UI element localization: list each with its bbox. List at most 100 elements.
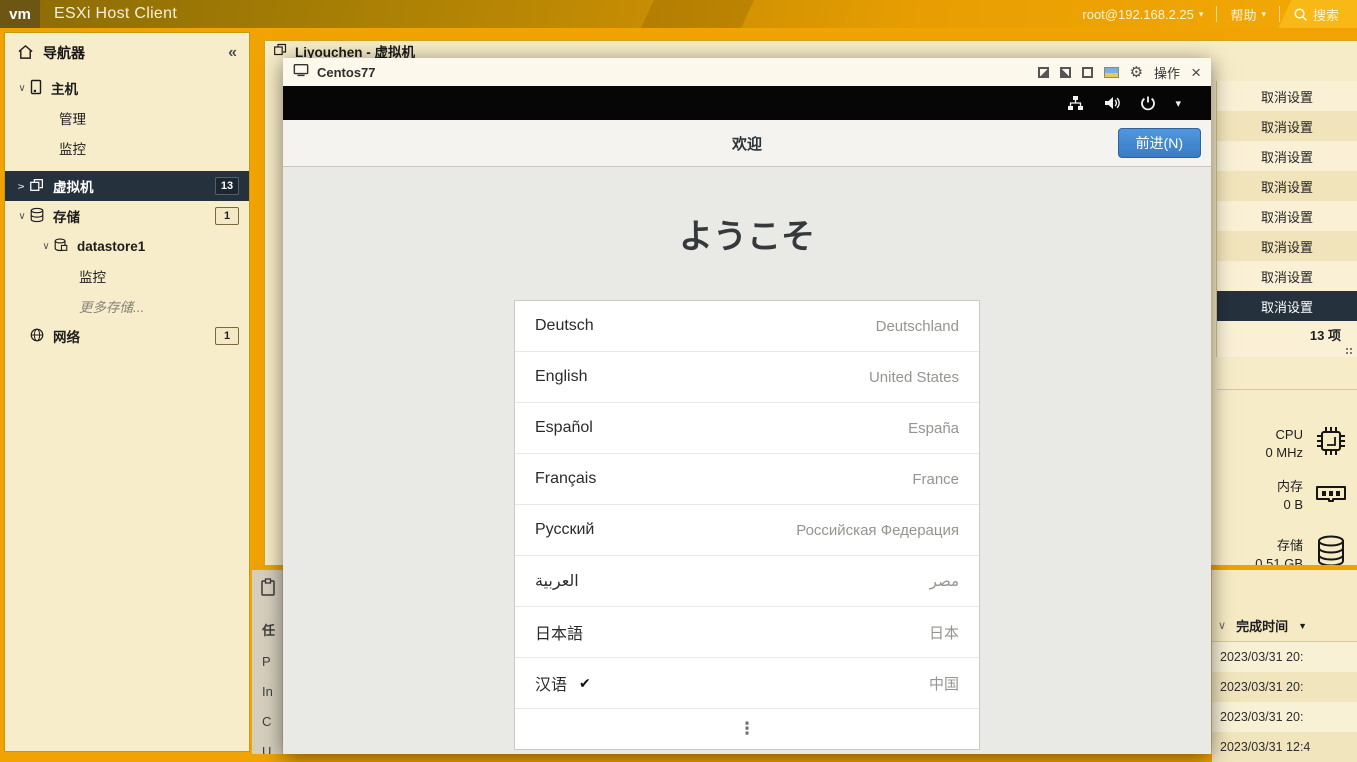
task-name-fragment: C <box>262 714 271 729</box>
cancel-settings-button[interactable]: 取消设置 <box>1217 141 1357 171</box>
cancel-settings-button[interactable]: 取消设置 <box>1217 201 1357 231</box>
language-row[interactable]: English United States <box>515 352 979 403</box>
sidebar-item-host[interactable]: ∨ 主机 <box>5 73 249 103</box>
installer-header-bar: 欢迎 前进(N) <box>283 120 1211 167</box>
language-row[interactable]: Русский Российская Федерация <box>515 505 979 556</box>
gear-icon[interactable]: ⚙ <box>1130 63 1143 81</box>
language-list: Deutsch Deutschland English United State… <box>514 300 980 750</box>
search-control[interactable]: 搜索 <box>1293 5 1339 24</box>
language-row[interactable]: Deutsch Deutschland <box>515 301 979 352</box>
completion-time-header[interactable]: ∨ 完成时间 ▼ <box>1212 610 1357 642</box>
sound-icon[interactable] <box>1103 95 1121 111</box>
chevron-down-icon: ∨ <box>39 241 53 252</box>
console-size-medium-button[interactable] <box>1060 67 1071 78</box>
memory-icon <box>1313 479 1349 514</box>
vm-table-action-column: 取消设置 取消设置 取消设置 取消设置 取消设置 取消设置 取消设置 取消设置 … <box>1216 81 1357 357</box>
completion-time-column: ∨ 完成时间 ▼ 2023/03/31 20: 2023/03/31 20: 2… <box>1211 570 1357 754</box>
network-count-badge: 1 <box>215 327 239 345</box>
search-icon <box>1293 7 1308 22</box>
cpu-value: 0 MHz <box>1265 444 1303 462</box>
sidebar-item-label: 更多存储... <box>79 296 144 316</box>
check-icon: ✔ <box>579 675 591 692</box>
app-header: vm ESXi Host Client root@192.168.2.25 ▾ … <box>0 0 1357 28</box>
navigator-title: 导航器 <box>43 43 85 63</box>
console-size-small-button[interactable] <box>1038 67 1049 78</box>
language-row[interactable]: Español España <box>515 403 979 454</box>
power-icon[interactable] <box>1140 95 1156 111</box>
collapse-sidebar-button[interactable]: « <box>228 44 237 62</box>
task-name-fragment: U <box>262 744 271 754</box>
welcome-title: ようこそ <box>283 209 1211 258</box>
cancel-settings-button[interactable]: 取消设置 <box>1217 261 1357 291</box>
sidebar-item-label: 主机 <box>51 78 78 98</box>
cancel-settings-button[interactable]: 取消设置 <box>1217 111 1357 141</box>
actions-menu[interactable]: 操作 <box>1154 63 1180 82</box>
chevron-down-icon[interactable]: ▾ <box>1175 97 1181 110</box>
installer-header-title: 欢迎 <box>732 133 762 154</box>
sort-desc-icon: ▼ <box>1298 621 1307 631</box>
console-window-title: Centos77 <box>317 65 376 80</box>
close-icon[interactable]: × <box>1191 67 1201 78</box>
sidebar-item-label: 管理 <box>59 108 86 128</box>
cpu-chip-icon <box>1313 423 1349 464</box>
language-row[interactable]: Français France <box>515 454 979 505</box>
task-completion-time: 2023/03/31 20: <box>1212 672 1357 702</box>
vm-icon <box>29 177 45 196</box>
storage-label: 存储 <box>1255 537 1303 555</box>
vm-console-window: Centos77 ⚙ 操作 × ▾ 欢迎 前进(N) ようこそ Deu <box>283 58 1211 754</box>
console-monitor-icon <box>293 63 309 82</box>
sidebar-item-storage[interactable]: ∨ 存储 1 <box>5 201 249 231</box>
vertical-ellipsis-icon: ⋮ <box>739 719 756 739</box>
screenshot-icon[interactable] <box>1104 67 1119 78</box>
chevron-down-icon: ▾ <box>1261 9 1266 20</box>
cancel-settings-button[interactable]: 取消设置 <box>1217 231 1357 261</box>
memory-label: 内存 <box>1277 478 1303 496</box>
sidebar-item-more-storage[interactable]: 更多存储... <box>5 291 249 321</box>
help-menu[interactable]: 帮助 ▾ <box>1230 5 1266 24</box>
task-name-fragment: In <box>262 684 273 699</box>
items-count: 13 项 <box>1217 321 1357 347</box>
cancel-settings-button[interactable]: 取消设置 <box>1217 81 1357 111</box>
forward-button[interactable]: 前进(N) <box>1118 128 1201 158</box>
language-row[interactable]: العربية مصر <box>515 556 979 607</box>
divider <box>1217 389 1357 390</box>
sidebar-item-label: 虚拟机 <box>53 176 94 196</box>
app-title: ESXi Host Client <box>54 5 177 23</box>
sidebar-item-label: datastore1 <box>77 239 145 254</box>
console-size-large-button[interactable] <box>1082 67 1093 78</box>
task-completion-time: 2023/03/31 20: <box>1212 702 1357 732</box>
task-completion-time: 2023/03/31 20: <box>1212 642 1357 672</box>
sidebar-item-label: 存储 <box>53 206 80 226</box>
language-row[interactable]: 日本語 日本 <box>515 607 979 658</box>
sidebar-item-label: 监控 <box>59 138 86 158</box>
storage-icon <box>29 207 45 226</box>
network-icon <box>29 327 45 346</box>
sidebar-item-datastore1[interactable]: ∨ datastore1 <box>5 231 249 261</box>
divider <box>1279 6 1280 22</box>
language-row-selected[interactable]: 汉语 ✔ 中国 <box>515 658 979 709</box>
cancel-settings-button[interactable]: 取消设置 <box>1217 171 1357 201</box>
tasks-left-strip: 任 P In C U <box>252 570 283 754</box>
tasks-clipboard-icon <box>260 578 276 601</box>
sidebar-item-host-monitor[interactable]: 监控 <box>5 133 249 163</box>
installer-content: ようこそ Deutsch Deutschland English United … <box>283 167 1211 754</box>
sidebar-item-networking[interactable]: 网络 1 <box>5 321 249 351</box>
search-label: 搜索 <box>1313 5 1339 24</box>
completion-time-label: 完成时间 <box>1236 616 1288 635</box>
task-name-fragment: P <box>262 654 271 669</box>
column-menu-chevron-icon[interactable]: ∨ <box>1218 619 1226 632</box>
user-menu[interactable]: root@192.168.2.25 ▾ <box>1082 7 1203 22</box>
chevron-down-icon: ∨ <box>15 211 29 222</box>
memory-value: 0 B <box>1277 496 1303 514</box>
user-menu-label: root@192.168.2.25 <box>1082 7 1194 22</box>
sidebar-item-virtual-machines[interactable]: ∨ 虚拟机 13 <box>5 171 249 201</box>
resize-grip[interactable] <box>1345 347 1354 355</box>
chevron-down-icon: ∨ <box>15 83 29 94</box>
more-languages-row[interactable]: ⋮ <box>515 709 979 749</box>
sidebar-item-datastore-monitor[interactable]: 监控 <box>5 261 249 291</box>
cpu-label: CPU <box>1265 426 1303 444</box>
sidebar-item-host-manage[interactable]: 管理 <box>5 103 249 133</box>
cancel-settings-button-selected[interactable]: 取消设置 <box>1217 291 1357 321</box>
network-tree-icon[interactable] <box>1067 95 1084 112</box>
chevron-down-icon: ▾ <box>1199 9 1204 20</box>
